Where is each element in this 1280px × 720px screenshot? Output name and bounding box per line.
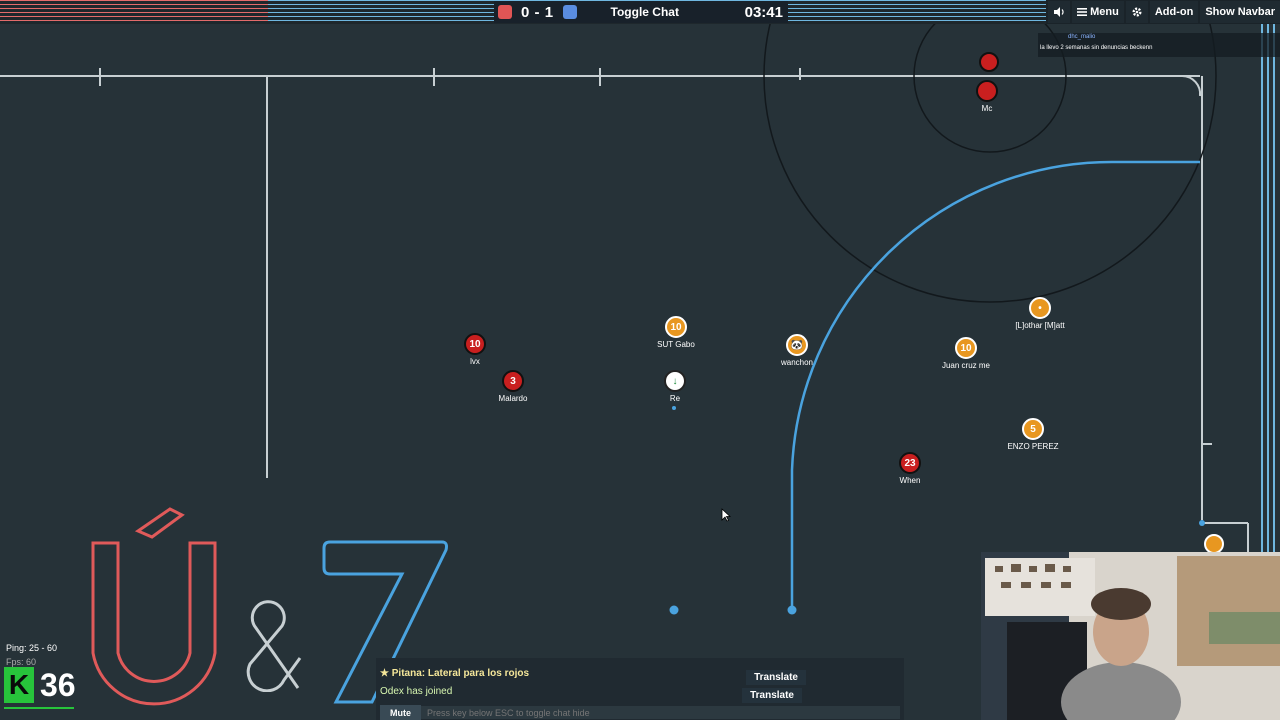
volume-button[interactable] bbox=[1048, 1, 1071, 23]
player: 🐼 wanchon bbox=[737, 334, 857, 367]
chat-input[interactable] bbox=[421, 706, 900, 719]
toggle-chat-button[interactable]: Toggle Chat bbox=[611, 5, 679, 19]
addon-button[interactable]: Add-on bbox=[1149, 1, 1199, 23]
blue-team-icon bbox=[562, 5, 577, 19]
ampersand-logo bbox=[246, 600, 302, 692]
mouse-cursor-icon bbox=[721, 508, 731, 522]
player-name: Mc bbox=[981, 104, 993, 113]
speaker-icon bbox=[1054, 7, 1064, 17]
player-name: Re bbox=[669, 394, 681, 403]
show-navbar-button[interactable]: Show Navbar bbox=[1200, 1, 1280, 23]
chat-panel: ★ Pitana: Lateral para los rojos Odex ha… bbox=[376, 658, 904, 720]
hamburger-icon bbox=[1077, 8, 1088, 16]
player-disc: 10 bbox=[955, 337, 977, 359]
match-timer: 03:41 bbox=[744, 3, 783, 21]
player-disc: 10 bbox=[464, 333, 486, 355]
star-icon: ★ bbox=[380, 668, 389, 679]
player-name: lvx bbox=[470, 357, 480, 366]
player-disc: 5 bbox=[1022, 418, 1044, 440]
ping-readout: Ping: 25 - 60 bbox=[6, 643, 58, 653]
menu-label: Menu bbox=[1090, 6, 1119, 18]
player: • [L]othar [M]att bbox=[980, 297, 1100, 330]
chat-message-text: Pitana: Lateral para los rojos bbox=[391, 668, 530, 679]
chat-message: ★ Pitana: Lateral para los rojos bbox=[380, 668, 529, 679]
chat-join-message: Odex has joined bbox=[380, 686, 453, 697]
fps-graph bbox=[4, 707, 74, 709]
player: 10 lvx bbox=[415, 333, 535, 366]
player-name: ENZO PEREZ bbox=[1007, 442, 1059, 451]
player-disc: ↓ bbox=[664, 370, 686, 392]
player: Mc bbox=[927, 80, 1047, 113]
score-blue: 1 bbox=[544, 3, 554, 21]
top-right-controls: Menu Add-on Show Navbar bbox=[1046, 0, 1280, 24]
notification-text: la llevo 2 semanas sin denuncias beckenn bbox=[1040, 45, 1153, 51]
score-separator: - bbox=[534, 3, 541, 21]
translate-button[interactable]: Translate bbox=[746, 670, 806, 685]
red-team-icon bbox=[498, 5, 512, 19]
notification-user: dhc_malio bbox=[1068, 34, 1096, 40]
score-red: 0 bbox=[521, 3, 530, 21]
score: 0 - 1 bbox=[521, 4, 554, 21]
fps-counter: 36 bbox=[40, 667, 76, 703]
player-disc: 23 bbox=[899, 452, 921, 474]
webcam-image bbox=[981, 552, 1280, 720]
player: 5 ENZO PEREZ bbox=[973, 418, 1093, 451]
k-logo: K bbox=[4, 667, 34, 703]
player-disc: 🐼 bbox=[786, 334, 808, 356]
ball-player-disc bbox=[1204, 534, 1224, 554]
player-name: When bbox=[899, 476, 921, 485]
chat-input-bar: Mute bbox=[380, 705, 900, 720]
gear-icon bbox=[1132, 7, 1142, 17]
fps-readout: Fps: 60 bbox=[6, 657, 37, 667]
player-name: [L]othar [M]att bbox=[1015, 321, 1065, 330]
scoreboard: 0 - 1 Toggle Chat 03:41 bbox=[494, 1, 788, 23]
player-disc: 3 bbox=[502, 370, 524, 392]
mute-button[interactable]: Mute bbox=[380, 705, 421, 720]
fps-overlay: K 36 bbox=[4, 667, 80, 709]
player: ↓ Re bbox=[615, 370, 735, 403]
player-name: Juan cruz me bbox=[941, 361, 991, 370]
menu-button[interactable]: Menu bbox=[1072, 1, 1124, 23]
settings-button[interactable] bbox=[1125, 1, 1148, 23]
webcam-overlay bbox=[981, 552, 1280, 720]
red-team-stripe bbox=[0, 0, 268, 24]
player-disc: 10 bbox=[665, 316, 687, 338]
player-disc bbox=[979, 52, 999, 72]
player: 3 Malardo bbox=[453, 370, 573, 403]
player-disc bbox=[976, 80, 998, 102]
player-name: Malardo bbox=[498, 394, 528, 403]
player-name: SUT Gabo bbox=[657, 340, 695, 349]
player: 23 When bbox=[850, 452, 970, 485]
player-name: wanchon bbox=[780, 358, 814, 367]
u-letter-logo bbox=[91, 507, 217, 706]
player: 10 SUT Gabo bbox=[616, 316, 736, 349]
translate-button[interactable]: Translate bbox=[742, 688, 802, 703]
player-disc: • bbox=[1029, 297, 1051, 319]
player: 10 Juan cruz me bbox=[906, 337, 1026, 370]
